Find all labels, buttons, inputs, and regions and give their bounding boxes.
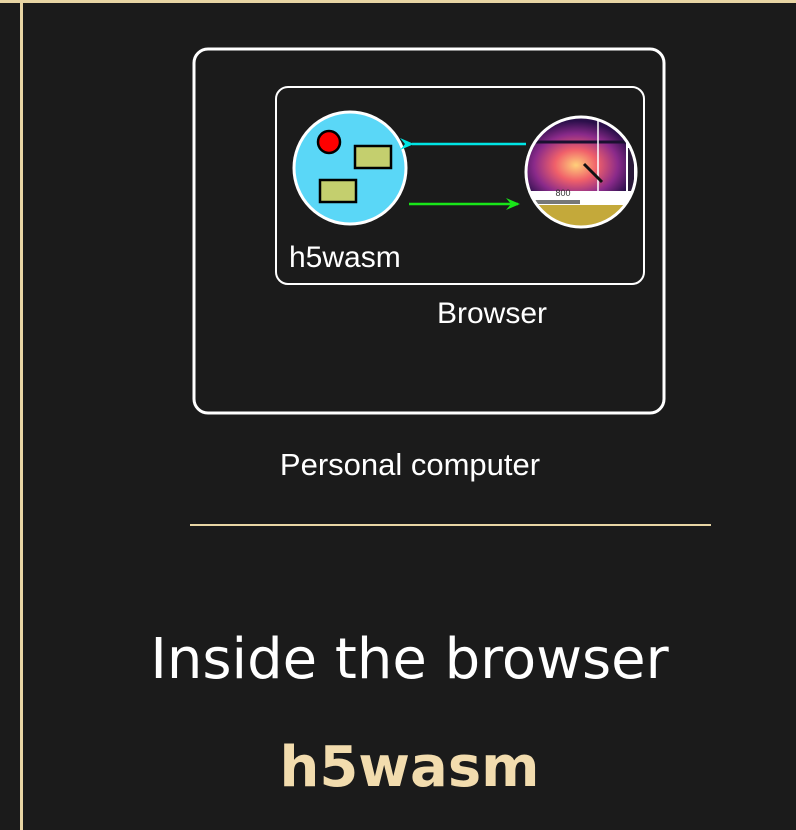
computer-label: Personal computer (280, 447, 540, 482)
thumbnail-axis-value: 800 (555, 188, 570, 198)
h5wasm-label: h5wasm (289, 241, 401, 274)
architecture-diagram: 800 h5wasm Browser Personal computer (192, 47, 666, 482)
slide: 800 h5wasm Browser Personal computer Ins… (0, 0, 796, 830)
slide-title: Inside the browser (150, 627, 669, 692)
computer-box (192, 47, 666, 415)
browser-label: Browser (437, 297, 547, 330)
h5web-viewer-icon: 800 (524, 115, 638, 229)
divider (190, 524, 711, 526)
h5wasm-logo-icon (292, 110, 408, 226)
slide-subtitle: h5wasm (279, 735, 540, 800)
